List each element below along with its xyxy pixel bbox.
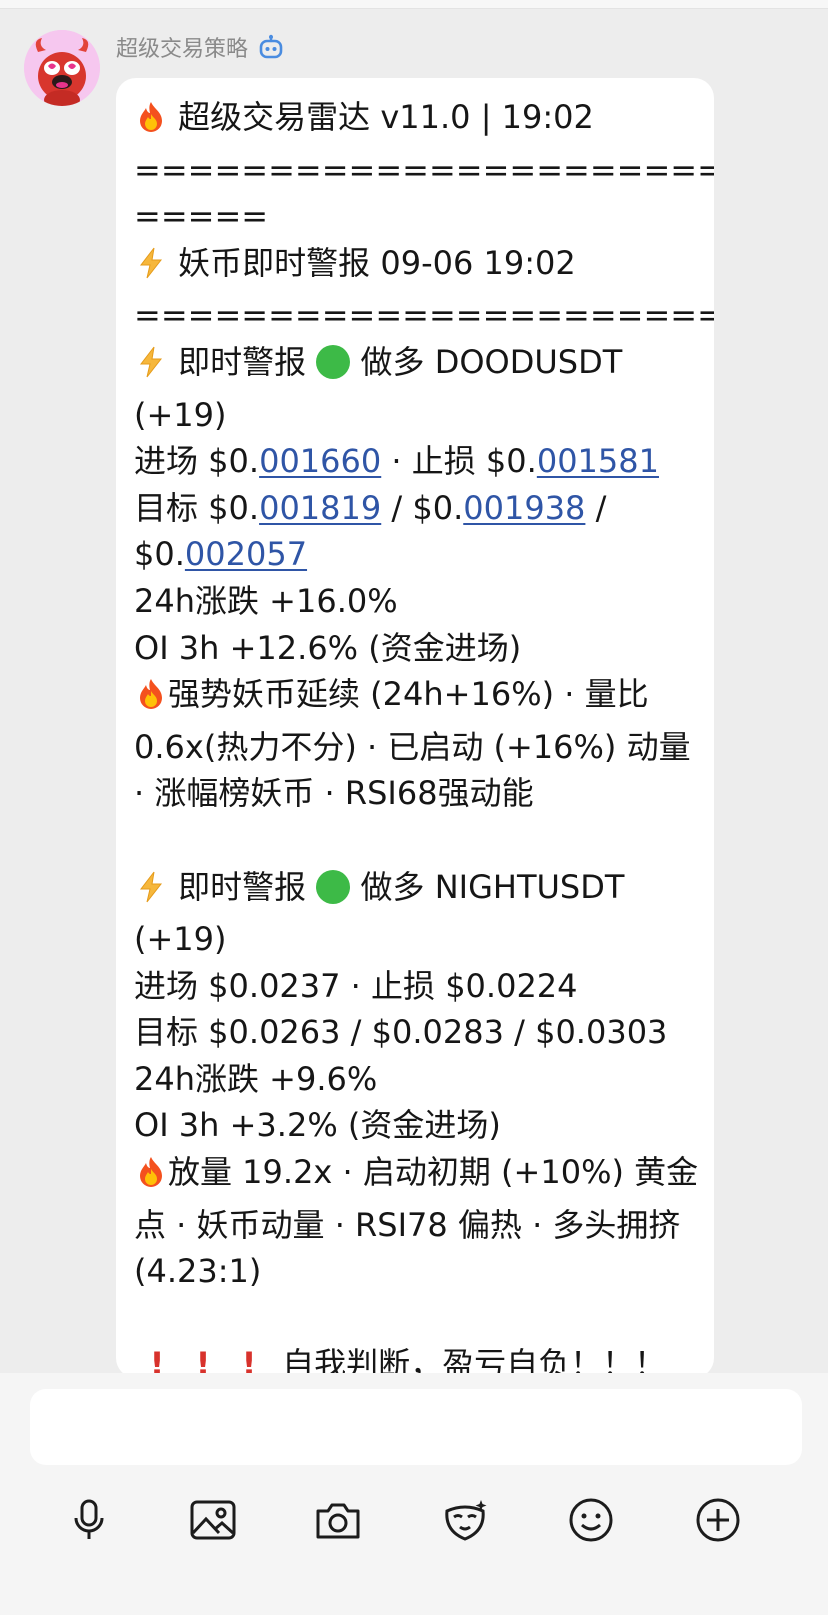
- fire-icon: [134, 100, 168, 147]
- sender-name: 超级交易策略: [116, 37, 249, 62]
- open-interest: OI 3h +3.2% (资金进场): [134, 1106, 501, 1145]
- emoji-icon[interactable]: [566, 1495, 616, 1545]
- fire-icon: [134, 1155, 168, 1202]
- bot-icon: [258, 34, 284, 60]
- entry-line: 进场 $0.0237 · 止损 $0.0224: [134, 966, 578, 1005]
- separator: =========================: [134, 296, 714, 335]
- target-line: 目标 $0.001819 / $0.001938 /: [134, 485, 706, 532]
- separator: ==========================: [134, 150, 714, 189]
- message-title: 超级交易雷达 v11.0 | 19:02: [178, 98, 594, 136]
- subtitle: 妖币即时警报 09-06 19:02: [178, 243, 576, 282]
- entry-line: 进场 $0.001660 · 止损 $0.001581: [134, 438, 706, 485]
- sticker-icon[interactable]: [440, 1495, 490, 1545]
- target-line: 目标 $0.0263 / $0.0283 / $0.0303: [134, 1013, 668, 1052]
- target2-link[interactable]: 001938: [463, 489, 585, 527]
- target1-link[interactable]: 001819: [259, 489, 381, 527]
- composer: [0, 1373, 828, 1615]
- top-bar: [0, 0, 828, 9]
- lightning-icon: [134, 345, 168, 392]
- sender-avatar[interactable]: [24, 30, 100, 106]
- subtitle-line: 妖币即时警报 09-06 19:02: [134, 240, 706, 293]
- separator: =====: [134, 197, 269, 236]
- message-text: 超级交易雷达 v11.0 | 19:02 ===================…: [134, 94, 714, 1378]
- alert-direction: 做多 DOODUSDT: [360, 342, 623, 381]
- target3-link[interactable]: 002057: [185, 535, 307, 573]
- alert-note: 强势妖币延续 (24h+16%) · 量比 0.6x(热力不分) · 已启动 (…: [134, 671, 706, 817]
- alert-note-text: 放量 19.2x · 启动初期 (+10%) 黄金点 · 妖币动量 · RSI7…: [134, 1153, 699, 1291]
- lightning-icon: [134, 246, 168, 293]
- target3-line: $0.002057: [134, 531, 706, 578]
- fire-icon: [134, 677, 168, 724]
- target-separator: /: [585, 488, 607, 527]
- alert-score: (+19): [134, 920, 227, 959]
- open-interest: OI 3h +12.6% (资金进场): [134, 628, 522, 667]
- sender-row: 超级交易策略: [116, 30, 284, 64]
- change-24h: 24h涨跌 +16.0%: [134, 581, 398, 620]
- message-title-line: 超级交易雷达 v11.0 | 19:02: [134, 94, 706, 147]
- entry-price-link[interactable]: 001660: [259, 442, 381, 480]
- alert-note-text: 强势妖币延续 (24h+16%) · 量比 0.6x(热力不分) · 已启动 (…: [134, 675, 691, 813]
- green-circle-icon: [316, 869, 351, 904]
- alert-note: 放量 19.2x · 启动初期 (+10%) 黄金点 · 妖币动量 · RSI7…: [134, 1149, 706, 1295]
- target-separator: / $0.: [381, 488, 464, 527]
- message-input[interactable]: [30, 1389, 802, 1465]
- alert-direction: 做多 NIGHTUSDT: [360, 867, 625, 906]
- image-icon[interactable]: [188, 1495, 238, 1545]
- lightning-icon: [134, 870, 168, 917]
- alert-header: 即时警报 做多 DOODUSDT: [134, 339, 706, 392]
- stop-label: · 止损 $0.: [381, 442, 537, 481]
- camera-icon[interactable]: [313, 1495, 363, 1545]
- target-label: $0.: [134, 535, 185, 574]
- alert-score: (+19): [134, 395, 227, 434]
- alert-prefix: 即时警报: [178, 867, 307, 906]
- message-bubble[interactable]: 超级交易雷达 v11.0 | 19:02 ===================…: [116, 78, 714, 1378]
- alert-header: 即时警报 做多 NIGHTUSDT: [134, 864, 706, 917]
- target-label: 目标 $0.: [134, 488, 260, 527]
- stop-price-link[interactable]: 001581: [537, 442, 659, 480]
- entry-label: 进场 $0.: [134, 442, 260, 481]
- mic-icon[interactable]: [64, 1495, 114, 1545]
- change-24h: 24h涨跌 +9.6%: [134, 1059, 378, 1098]
- plus-icon[interactable]: [693, 1495, 743, 1545]
- alert-prefix: 即时警报: [178, 342, 307, 381]
- composer-toolbar: [0, 1473, 828, 1573]
- green-circle-icon: [316, 344, 351, 379]
